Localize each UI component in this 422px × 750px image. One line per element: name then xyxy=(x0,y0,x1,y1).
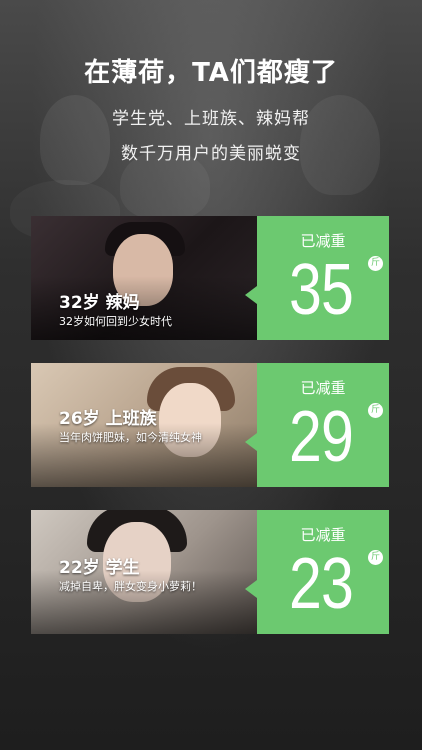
story-photo: 22岁 学生 减掉自卑，胖女变身小萝莉！ xyxy=(31,510,257,634)
subheadline-users: 数千万用户的美丽蜕变 xyxy=(121,144,301,164)
subheadline-audience: 学生党、上班族、辣妈帮 xyxy=(112,109,310,129)
weight-lost-label: 已减重 xyxy=(300,232,346,250)
story-photo: 32岁 辣妈 32岁如何回到少女时代 xyxy=(31,216,257,340)
story-description: 减掉自卑，胖女变身小萝莉！ xyxy=(59,580,202,593)
story-title: 32岁 辣妈 xyxy=(59,293,140,313)
success-story-card[interactable]: 32岁 辣妈 32岁如何回到少女时代 已减重 35 斤 xyxy=(31,216,389,340)
weight-unit-badge: 斤 xyxy=(368,403,383,418)
promo-screen: 在薄荷，TA们都瘦了 学生党、上班族、辣妈帮 数千万用户的美丽蜕变 32岁 辣妈… xyxy=(0,0,422,750)
story-title: 26岁 上班族 xyxy=(59,409,157,429)
story-photo: 26岁 上班族 当年肉饼肥妹，如今清纯女神 xyxy=(31,363,257,487)
weight-lost-panel: 已减重 35 斤 xyxy=(245,216,389,340)
weight-lost-value: 35 xyxy=(289,250,354,330)
story-description: 32岁如何回到少女时代 xyxy=(59,315,172,328)
weight-lost-label: 已减重 xyxy=(300,379,346,397)
story-title: 22岁 学生 xyxy=(59,558,140,578)
page-headline: 在薄荷，TA们都瘦了 xyxy=(84,58,338,88)
success-story-card[interactable]: 26岁 上班族 当年肉饼肥妹，如今清纯女神 已减重 29 斤 xyxy=(31,363,389,487)
panel-pointer xyxy=(245,433,257,451)
weight-lost-value: 29 xyxy=(289,397,354,477)
story-description: 当年肉饼肥妹，如今清纯女神 xyxy=(59,431,202,444)
panel-pointer xyxy=(245,580,257,598)
weight-lost-panel: 已减重 29 斤 xyxy=(245,363,389,487)
success-story-card[interactable]: 22岁 学生 减掉自卑，胖女变身小萝莉！ 已减重 23 斤 xyxy=(31,510,389,634)
panel-pointer xyxy=(245,286,257,304)
weight-lost-panel: 已减重 23 斤 xyxy=(245,510,389,634)
weight-lost-label: 已减重 xyxy=(300,526,346,544)
weight-unit-badge: 斤 xyxy=(368,550,383,565)
weight-unit-badge: 斤 xyxy=(368,256,383,271)
weight-lost-value: 23 xyxy=(289,544,354,624)
